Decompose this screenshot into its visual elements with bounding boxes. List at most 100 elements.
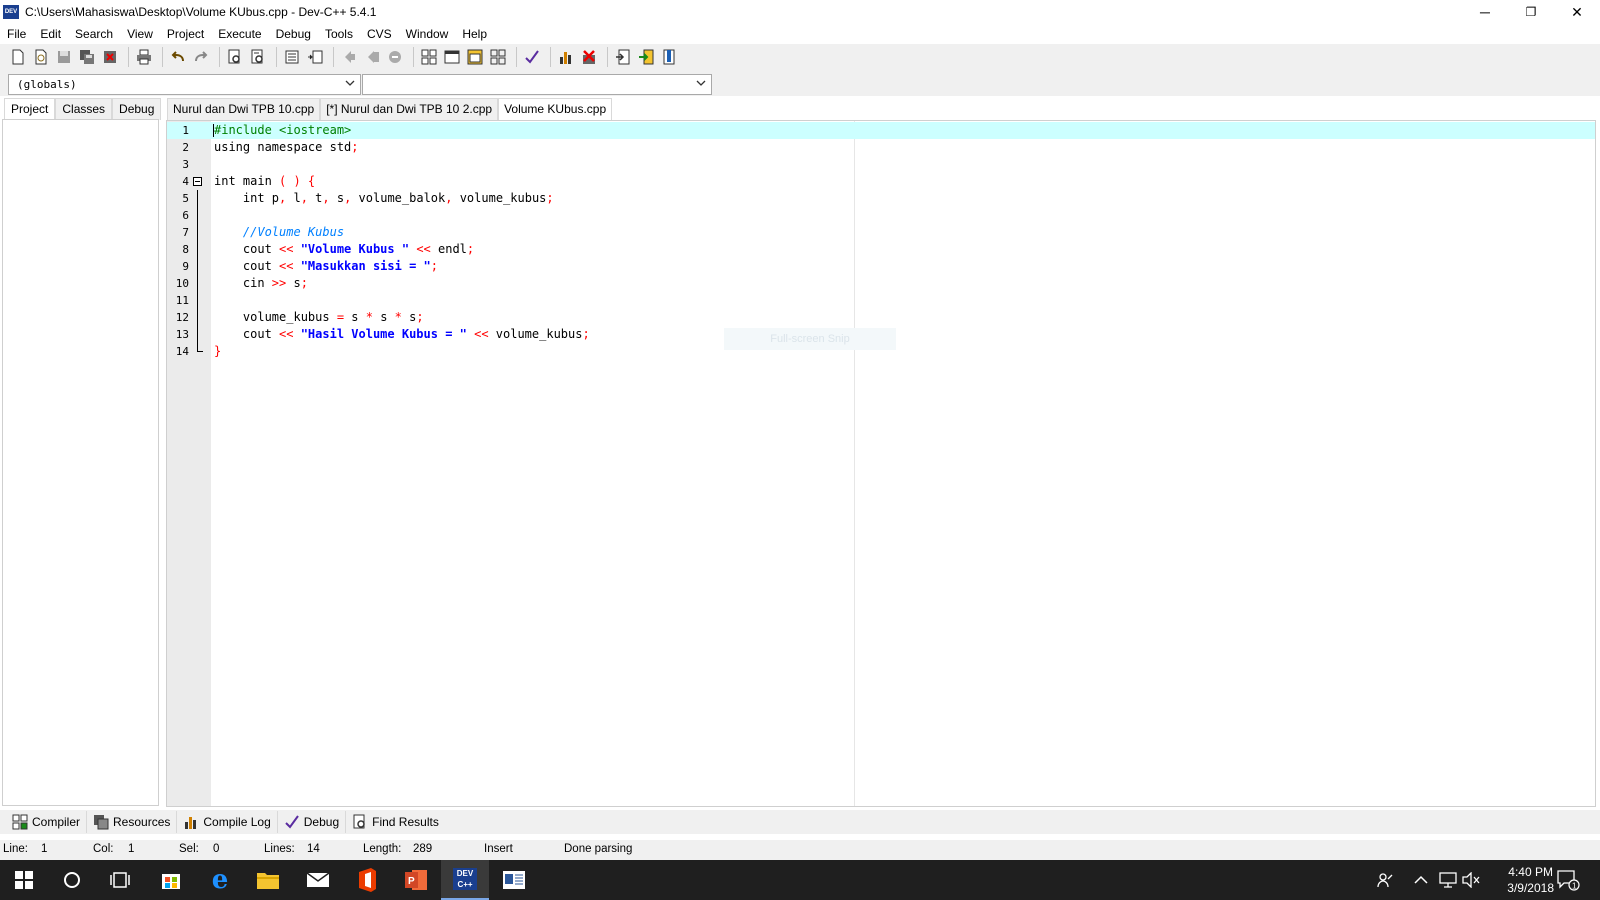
bookmark-icon[interactable] bbox=[659, 47, 679, 67]
fold-toggle-icon[interactable] bbox=[193, 177, 202, 186]
store-icon[interactable] bbox=[147, 860, 195, 900]
close-button[interactable]: ✕ bbox=[1554, 0, 1600, 24]
tab-compiler[interactable]: Compiler bbox=[6, 811, 88, 833]
member-combo[interactable] bbox=[362, 74, 712, 95]
taskbar-clock[interactable]: 4:40 PM 3/9/2018 bbox=[1507, 864, 1554, 896]
code-line[interactable]: 9 cout << "Masukkan sisi = "; bbox=[167, 258, 1595, 275]
find-icon[interactable] bbox=[225, 47, 245, 67]
tab-find-results[interactable]: Find Results bbox=[346, 811, 445, 833]
menu-help[interactable]: Help bbox=[455, 27, 494, 41]
redo-icon[interactable] bbox=[191, 47, 211, 67]
menu-execute[interactable]: Execute bbox=[211, 27, 268, 41]
cortana-icon[interactable] bbox=[48, 860, 96, 900]
office-icon[interactable] bbox=[343, 860, 391, 900]
editor-tab-file-3[interactable]: Volume KUbus.cpp bbox=[498, 98, 613, 120]
line-number: 14 bbox=[175, 345, 189, 358]
scope-combo[interactable]: (globals) bbox=[8, 74, 361, 95]
powerpoint-icon[interactable]: P bbox=[392, 860, 440, 900]
menu-file[interactable]: File bbox=[0, 27, 33, 41]
people-icon[interactable] bbox=[1376, 860, 1394, 900]
menu-view[interactable]: View bbox=[120, 27, 160, 41]
editor-tab-file-1[interactable]: Nurul dan Dwi TPB 10.cpp bbox=[167, 98, 321, 120]
status-col-label: Col: bbox=[93, 843, 114, 855]
menu-tools[interactable]: Tools bbox=[318, 27, 360, 41]
code-line[interactable]: 8 cout << "Volume Kubus " << endl; bbox=[167, 241, 1595, 258]
menu-window[interactable]: Window bbox=[399, 27, 456, 41]
tab-project[interactable]: Project bbox=[4, 98, 56, 120]
edge-icon[interactable]: e bbox=[196, 860, 244, 900]
code-text: cout << "Hasil Volume Kubus = " << volum… bbox=[214, 326, 590, 343]
open-file-icon[interactable] bbox=[31, 47, 51, 67]
check-icon[interactable] bbox=[522, 47, 542, 67]
menu-edit[interactable]: Edit bbox=[33, 27, 68, 41]
window-icon[interactable] bbox=[442, 47, 462, 67]
toolbar-separator bbox=[413, 47, 414, 67]
devcpp-app-icon[interactable]: DEV bbox=[3, 5, 19, 19]
chevron-down-icon[interactable] bbox=[695, 77, 707, 89]
code-token: cout bbox=[214, 259, 280, 273]
project-panel[interactable] bbox=[2, 119, 159, 806]
delete-icon[interactable] bbox=[579, 47, 599, 67]
code-line[interactable]: 2 using namespace std; bbox=[167, 139, 1595, 156]
code-token: << bbox=[416, 242, 431, 256]
indent-icon[interactable] bbox=[282, 47, 302, 67]
undo-icon[interactable] bbox=[168, 47, 188, 67]
code-line[interactable]: 7 //Volume Kubus bbox=[167, 224, 1595, 241]
toolbar-separator bbox=[516, 47, 517, 67]
code-token: cout bbox=[214, 327, 280, 341]
new-project-icon[interactable] bbox=[419, 47, 439, 67]
tab-classes[interactable]: Classes bbox=[55, 98, 113, 120]
code-token: << bbox=[474, 327, 489, 341]
code-line[interactable]: 10 cin >> s; bbox=[167, 275, 1595, 292]
code-editor[interactable]: 1 #include <iostream> 2 using namespace std… bbox=[166, 120, 1596, 807]
task-view-icon[interactable] bbox=[96, 860, 144, 900]
chart-icon[interactable] bbox=[556, 47, 576, 67]
layout-icon[interactable] bbox=[488, 47, 508, 67]
menu-debug[interactable]: Debug bbox=[269, 27, 318, 41]
volume-muted-icon[interactable] bbox=[1461, 860, 1481, 900]
restore-button[interactable]: ❐ bbox=[1508, 0, 1554, 24]
run-icon[interactable] bbox=[636, 47, 656, 67]
windows-start-icon[interactable] bbox=[0, 860, 48, 900]
code-text: cin >> s; bbox=[214, 275, 308, 292]
network-icon[interactable] bbox=[1438, 860, 1458, 900]
code-line[interactable]: 5 int p, l, t, s, volume_balok, volume_k… bbox=[167, 190, 1595, 207]
print-icon[interactable] bbox=[134, 47, 154, 67]
status-message: Done parsing bbox=[564, 843, 633, 855]
code-line[interactable]: 11 bbox=[167, 292, 1595, 309]
replace-icon[interactable] bbox=[248, 47, 268, 67]
mail-icon[interactable] bbox=[294, 860, 342, 900]
minimize-button[interactable]: ─ bbox=[1462, 0, 1508, 24]
menu-cvs[interactable]: CVS bbox=[360, 27, 399, 41]
code-line[interactable]: 6 bbox=[167, 207, 1595, 224]
devcpp-icon[interactable]: DEV C++ bbox=[441, 860, 489, 900]
save-icon[interactable] bbox=[54, 47, 74, 67]
class-icon[interactable] bbox=[465, 47, 485, 67]
unindent-icon[interactable] bbox=[305, 47, 325, 67]
code-token: s bbox=[372, 310, 395, 324]
compile-icon[interactable] bbox=[613, 47, 633, 67]
file-explorer-icon[interactable] bbox=[244, 860, 292, 900]
action-center-icon[interactable]: 1 bbox=[1556, 860, 1580, 900]
editor-tab-file-2[interactable]: [*] Nurul dan Dwi TPB 10 2.cpp bbox=[320, 98, 499, 120]
menu-project[interactable]: Project bbox=[160, 27, 211, 41]
new-file-icon[interactable] bbox=[8, 47, 28, 67]
goto-icon[interactable] bbox=[385, 47, 405, 67]
show-hidden-icons-icon[interactable] bbox=[1414, 860, 1428, 900]
back-icon[interactable] bbox=[339, 47, 359, 67]
tab-debug-output[interactable]: Debug bbox=[278, 811, 347, 833]
word-icon[interactable] bbox=[490, 860, 538, 900]
menu-search[interactable]: Search bbox=[68, 27, 120, 41]
tab-debug[interactable]: Debug bbox=[112, 98, 162, 120]
tab-resources[interactable]: Resources bbox=[87, 811, 178, 833]
tab-compile-log[interactable]: Compile Log bbox=[177, 811, 278, 833]
code-line[interactable]: 1 #include <iostream> bbox=[167, 122, 1595, 139]
code-line[interactable]: 12 volume_kubus = s * s * s; bbox=[167, 309, 1595, 326]
close-file-icon[interactable] bbox=[100, 47, 120, 67]
code-line[interactable]: 4 int main ( ) { bbox=[167, 173, 1595, 190]
status-line-value: 1 bbox=[41, 843, 48, 855]
chevron-down-icon[interactable] bbox=[344, 77, 356, 89]
code-line[interactable]: 3 bbox=[167, 156, 1595, 173]
save-all-icon[interactable] bbox=[77, 47, 97, 67]
forward-icon[interactable] bbox=[362, 47, 382, 67]
